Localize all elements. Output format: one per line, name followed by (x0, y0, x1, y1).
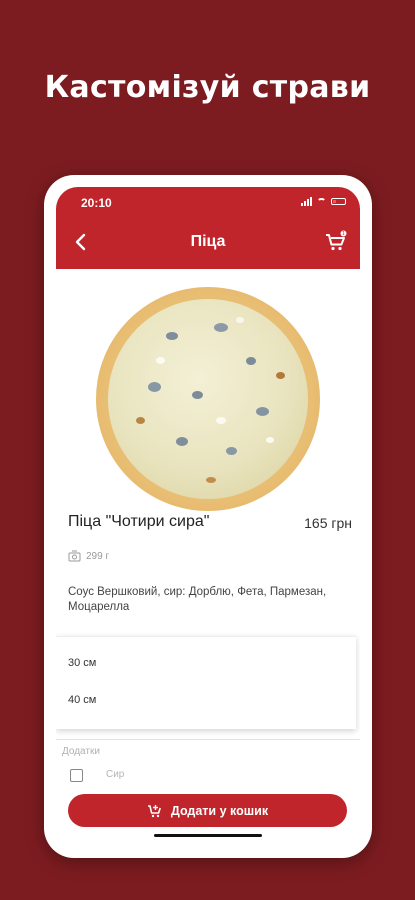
signal-icon (301, 197, 312, 206)
product-name: Піца "Чотири сира" (68, 513, 210, 530)
cart-icon: 1 (326, 230, 347, 251)
extra-cheese-checkbox[interactable] (70, 769, 83, 782)
product-weight: 299 г (68, 550, 109, 562)
cart-badge: 1 (342, 231, 345, 237)
home-indicator (154, 834, 262, 837)
phone-screen: 20:10 Піца 1 Піца "Чотири сира" 165 грн … (56, 187, 360, 843)
status-icons (301, 197, 346, 206)
cart-plus-icon (147, 804, 161, 817)
cart-button[interactable]: 1 (324, 230, 348, 254)
promo-headline: Кастомізуй страви (44, 70, 371, 105)
app-bar: Піца 1 (56, 217, 360, 269)
battery-icon (331, 198, 346, 205)
add-to-cart-button[interactable]: Додати у кошик (68, 794, 347, 827)
product-content: Піца "Чотири сира" 165 грн 299 г Соус Ве… (56, 269, 360, 843)
extras-title: Додатки (62, 746, 100, 757)
size-selector: 30 см 40 см (56, 636, 356, 729)
add-to-cart-label: Додати у кошик (170, 803, 269, 818)
product-price: 165 грн (304, 515, 352, 531)
product-ingredients: Соус Вершковий, сир: Дорблю, Фета, Парме… (68, 586, 327, 613)
extra-cheese-label: Сир (106, 769, 125, 780)
status-time: 20:10 (81, 196, 112, 210)
page-title: Піца (190, 233, 226, 250)
status-bar: 20:10 (56, 187, 360, 217)
size-option-40[interactable]: 40 см (68, 694, 96, 706)
phone-frame: 20:10 Піца 1 Піца "Чотири сира" 165 грн … (44, 175, 372, 858)
wifi-icon (317, 198, 326, 205)
size-option-30[interactable]: 30 см (68, 657, 96, 669)
scale-icon (68, 550, 81, 562)
divider (56, 739, 360, 740)
weight-value: 299 г (86, 550, 110, 562)
pizza-image (96, 287, 320, 511)
